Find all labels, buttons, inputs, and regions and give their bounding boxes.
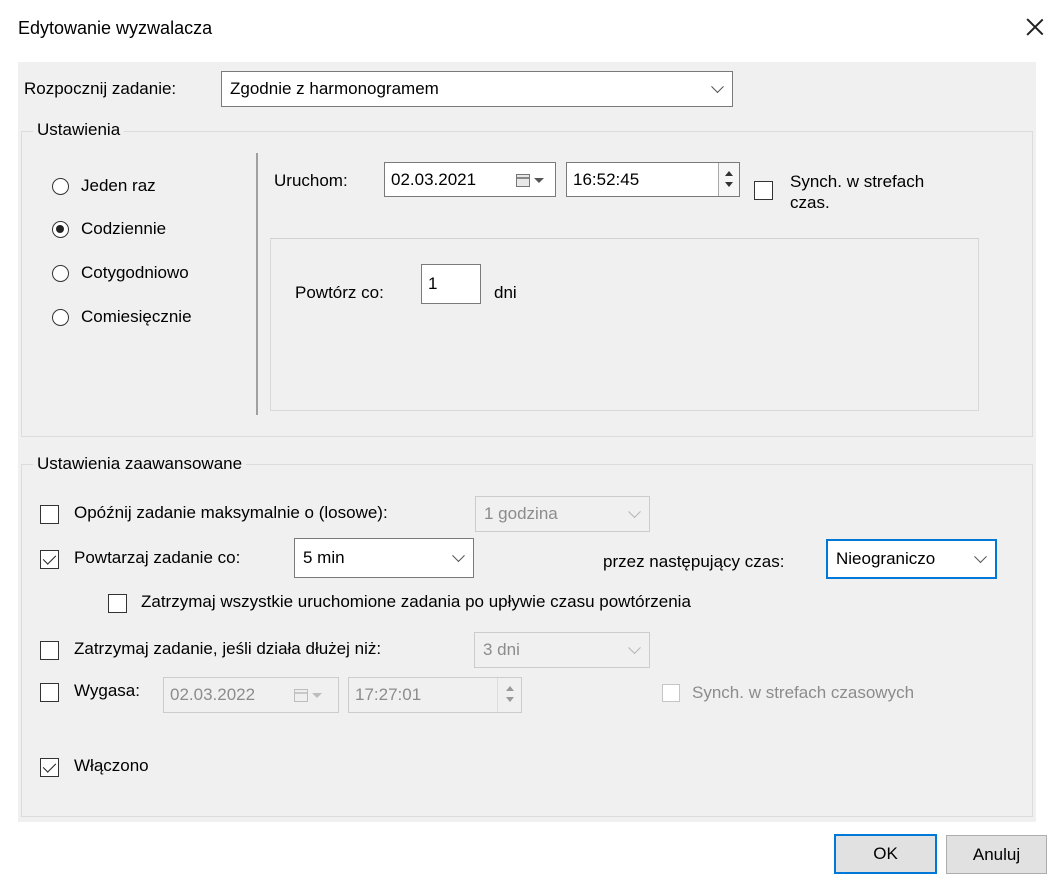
expire-label: Wygasa:	[74, 681, 140, 700]
radio-weekly[interactable]	[52, 265, 69, 282]
stop-longer-label: Zatrzymaj zadanie, jeśli działa dłużej n…	[74, 639, 382, 658]
expire-time-value: 17:27:01	[355, 685, 422, 704]
settings-group-title: Ustawienia	[33, 120, 125, 140]
delay-value: 1 godzina	[484, 504, 558, 523]
enabled-label: Włączono	[74, 756, 149, 775]
vertical-separator	[256, 153, 258, 415]
start-label: Uruchom:	[274, 171, 348, 190]
expire-checkbox[interactable]	[40, 683, 59, 702]
repeat-interval-value: 5 min	[303, 548, 345, 567]
date-dropdown-icon	[534, 178, 544, 183]
repeat-unit-label: dni	[494, 283, 517, 302]
stop-all-checkbox[interactable]	[108, 594, 127, 613]
repeat-days-value: 1	[428, 274, 438, 293]
duration-label: przez następujący czas:	[603, 552, 785, 571]
radio-monthly[interactable]	[52, 309, 69, 326]
radio-daily-label: Codziennie	[81, 219, 167, 238]
close-icon[interactable]	[1022, 14, 1048, 40]
delay-checkbox[interactable]	[40, 505, 59, 524]
start-time-input[interactable]: 16:52:45	[566, 162, 740, 197]
repeat-task-checkbox[interactable]	[40, 550, 59, 569]
start-task-label: Rozpocznij zadanie:	[24, 79, 177, 98]
duration-dropdown[interactable]: Nieograniczo	[826, 539, 997, 579]
calendar-icon	[294, 689, 308, 702]
stop-all-label: Zatrzymaj wszystkie uruchomione zadania …	[141, 592, 691, 611]
chevron-down-icon	[628, 505, 641, 519]
spin-up-icon	[725, 171, 733, 176]
chevron-down-icon	[974, 550, 987, 564]
delay-label: Opóźnij zadanie maksymalnie o (losowe):	[74, 503, 388, 522]
sync-timezones-checkbox[interactable]	[754, 181, 773, 200]
expire-sync-checkbox[interactable]	[662, 684, 680, 702]
radio-weekly-label: Cotygodniowo	[81, 263, 189, 282]
ok-button[interactable]: OK	[834, 834, 937, 874]
start-task-dropdown[interactable]: Zgodnie z harmonogramem	[221, 71, 733, 107]
sync-timezones-label: Synch. w strefach czas.	[790, 172, 925, 212]
cancel-button[interactable]: Anuluj	[946, 835, 1047, 874]
start-date-value: 02.03.2021	[391, 169, 477, 189]
start-time-value: 16:52:45	[573, 169, 640, 189]
radio-monthly-label: Comiesięcznie	[81, 307, 192, 326]
expire-sync-label: Synch. w strefach czasowych	[692, 683, 915, 702]
start-task-value: Zgodnie z harmonogramem	[230, 79, 439, 98]
repeat-task-label: Powtarzaj zadanie co:	[74, 548, 241, 567]
repeat-every-label: Powtórz co:	[295, 283, 384, 302]
expire-date-picker[interactable]: 02.03.2022	[163, 677, 339, 713]
calendar-icon	[516, 174, 530, 187]
stop-longer-checkbox[interactable]	[40, 641, 59, 660]
stop-longer-dropdown[interactable]: 3 dni	[474, 632, 650, 668]
date-dropdown-icon	[312, 693, 322, 698]
delay-dropdown[interactable]: 1 godzina	[475, 496, 650, 532]
duration-value: Nieograniczo	[836, 549, 936, 568]
spin-down-icon	[725, 182, 733, 187]
spin-down-icon	[506, 697, 514, 702]
expire-time-spinner[interactable]	[497, 678, 521, 712]
radio-once[interactable]	[52, 178, 69, 195]
chevron-down-icon	[628, 641, 641, 655]
repeat-interval-dropdown[interactable]: 5 min	[294, 538, 474, 578]
dialog-title: Edytowanie wyzwalacza	[18, 18, 213, 38]
advanced-group-title: Ustawienia zaawansowane	[33, 454, 247, 474]
start-date-picker[interactable]: 02.03.2021	[384, 162, 556, 197]
spin-up-icon	[506, 686, 514, 691]
stop-longer-value: 3 dni	[483, 640, 520, 659]
expire-time-input[interactable]: 17:27:01	[348, 677, 522, 713]
radio-once-label: Jeden raz	[81, 176, 156, 195]
recurrence-panel	[270, 238, 979, 411]
repeat-days-input[interactable]: 1	[421, 264, 481, 304]
chevron-down-icon	[452, 549, 465, 563]
start-time-spinner[interactable]	[718, 163, 739, 196]
enabled-checkbox[interactable]	[40, 758, 59, 777]
radio-daily[interactable]	[52, 221, 69, 238]
expire-date-value: 02.03.2022	[170, 685, 256, 704]
chevron-down-icon	[711, 80, 724, 94]
